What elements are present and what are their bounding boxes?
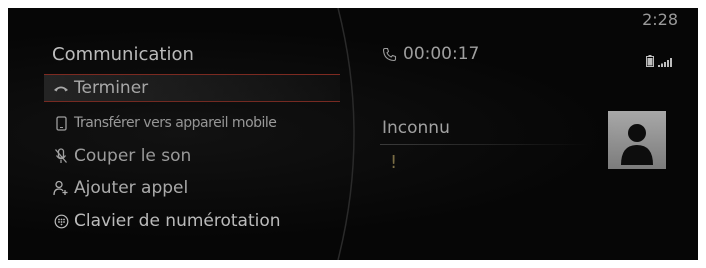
keypad-button[interactable]: Clavier de numérotation (52, 207, 281, 235)
add-call-icon (52, 180, 70, 196)
caller-indicator: ! (390, 152, 398, 173)
caller-divider (380, 144, 590, 145)
mute-button[interactable]: Couper le son (52, 142, 191, 170)
mute-microphone-icon (52, 148, 70, 164)
caller-avatar (608, 111, 666, 169)
mute-label: Couper le son (74, 146, 192, 166)
transfer-to-mobile-label: Transférer vers appareil mobile (74, 115, 277, 131)
add-call-button[interactable]: Ajouter appel (52, 174, 188, 202)
end-call-label: Terminer (74, 78, 149, 98)
call-timer: 00:00:17 (382, 44, 479, 64)
caller-name: Inconnu (382, 118, 450, 138)
signal-icon (658, 52, 672, 71)
mobile-device-icon (52, 115, 70, 131)
keypad-icon (52, 214, 70, 229)
keypad-label: Clavier de numérotation (74, 211, 281, 231)
call-duration: 00:00:17 (403, 44, 480, 64)
clock: 2:28 (642, 10, 678, 29)
hang-up-icon (52, 83, 70, 93)
phone-icon (382, 47, 397, 62)
end-call-button[interactable]: Terminer (44, 74, 340, 102)
person-avatar-icon (617, 117, 657, 169)
menu-title: Communication (52, 44, 194, 65)
call-screen: 2:28 Communication Terminer Transférer v… (8, 8, 698, 260)
status-indicators (646, 52, 672, 71)
transfer-to-mobile-button[interactable]: Transférer vers appareil mobile (52, 109, 277, 137)
add-call-label: Ajouter appel (74, 178, 189, 198)
battery-icon (646, 52, 654, 71)
